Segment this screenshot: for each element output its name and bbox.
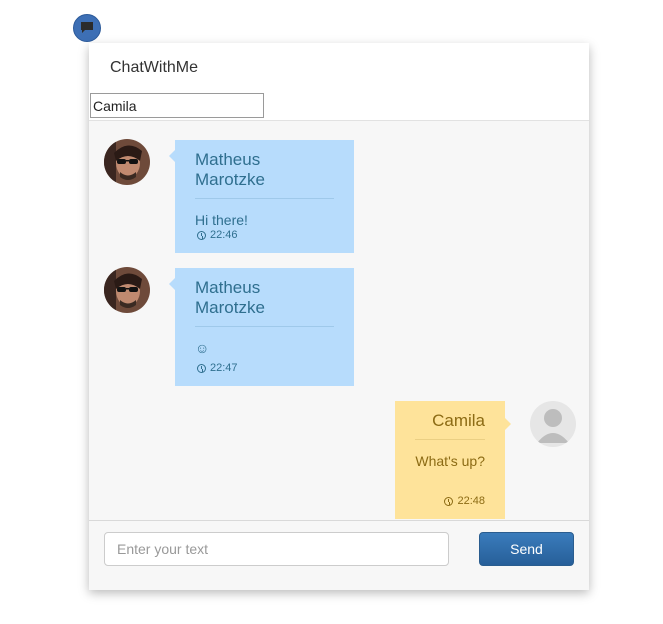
chat-title: ChatWithMe	[110, 59, 199, 76]
message-time: 22:47	[210, 362, 238, 374]
message-text: ☺	[195, 340, 210, 356]
chat-widget: ChatWithMe Matheus Marotzke Hi there! 22…	[89, 43, 589, 590]
message-timestamp: 22:48	[444, 495, 485, 507]
message-sender: Matheus Marotzke	[195, 268, 334, 327]
message-sender: Matheus Marotzke	[195, 140, 334, 199]
message-bubble: Camila What's up? 22:48	[395, 401, 511, 519]
message-bubble: Matheus Marotzke Hi there! 22:46	[169, 140, 354, 253]
message-text: What's up?	[415, 453, 485, 469]
message-time: 22:46	[210, 229, 238, 241]
message-timestamp: 22:46	[197, 229, 238, 241]
username-input[interactable]	[90, 93, 264, 118]
user-photo-icon	[104, 267, 150, 313]
avatar	[530, 401, 576, 447]
clock-icon	[197, 230, 206, 240]
clock-icon	[197, 363, 206, 373]
message-time: 22:48	[457, 495, 485, 507]
avatar	[104, 139, 150, 185]
chat-bubble-icon	[81, 22, 93, 33]
user-photo-icon	[104, 139, 150, 185]
message-sender: Camila	[415, 401, 485, 440]
message-timestamp: 22:47	[197, 362, 238, 374]
clock-icon	[444, 496, 454, 506]
avatar	[104, 267, 150, 313]
chat-header: ChatWithMe	[89, 43, 589, 121]
default-user-icon	[530, 401, 576, 447]
message-list: Matheus Marotzke Hi there! 22:46 Matheus…	[89, 121, 589, 519]
chat-launcher-button[interactable]	[73, 14, 101, 42]
chat-footer: Send	[89, 520, 589, 590]
message-text: Hi there!	[195, 212, 248, 228]
message-bubble: Matheus Marotzke ☺ 22:47	[169, 268, 354, 386]
message-input[interactable]	[104, 532, 449, 566]
send-button[interactable]: Send	[479, 532, 574, 566]
